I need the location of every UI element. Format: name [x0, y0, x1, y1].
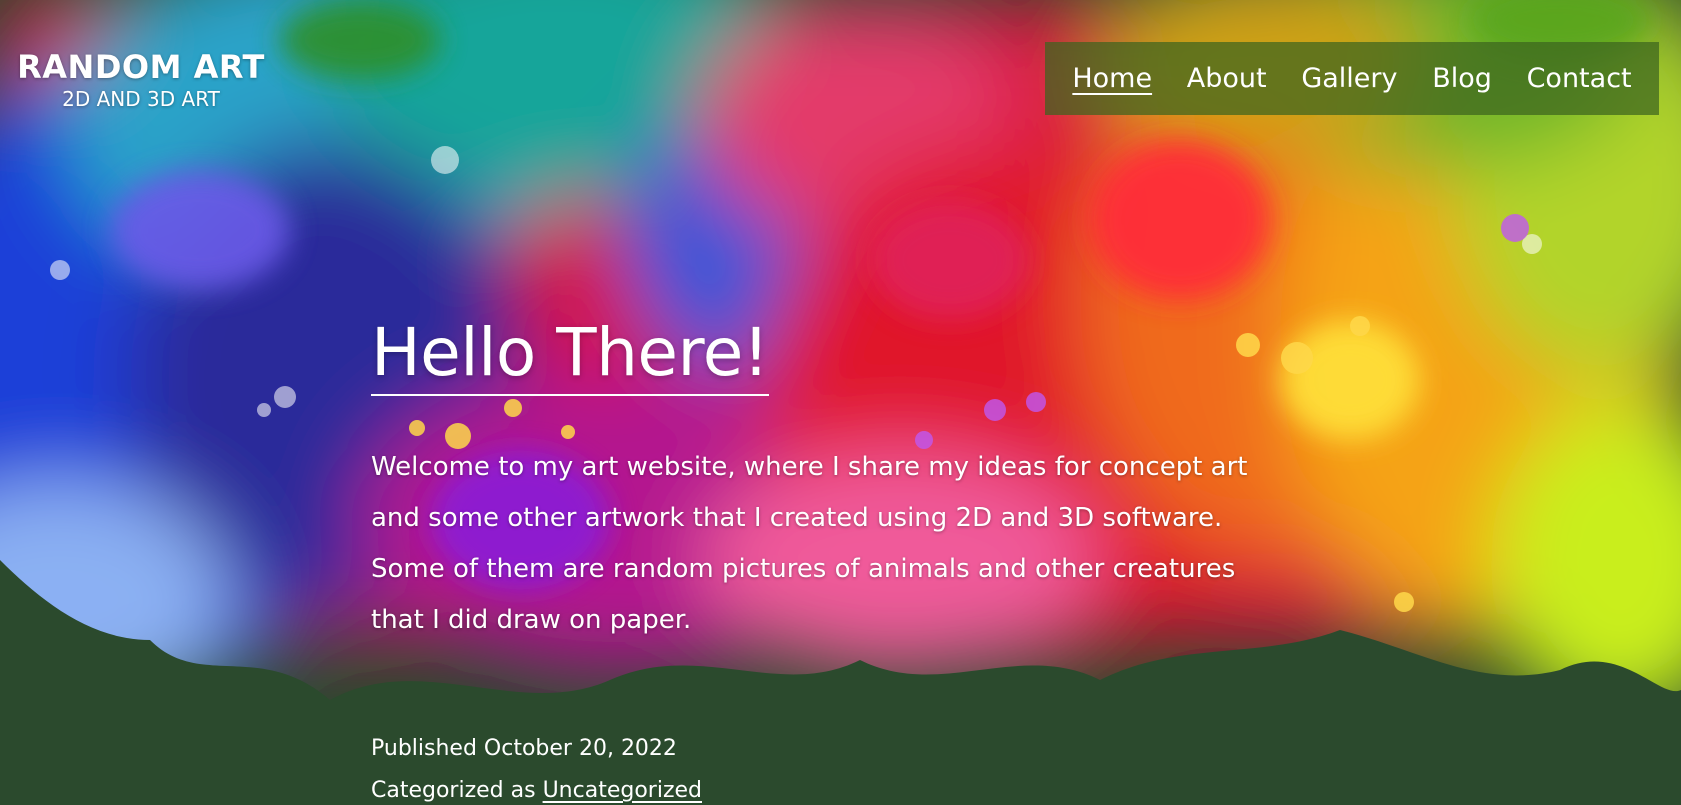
post-title: Hello There! [371, 312, 769, 396]
site-branding: RANDOM ART 2D AND 3D ART [0, 48, 282, 112]
published-date: October 20, 2022 [483, 736, 677, 761]
nav-item-about[interactable]: About [1187, 63, 1267, 94]
category-link-uncategorized[interactable]: Uncategorized [543, 778, 702, 803]
site-title-link[interactable]: RANDOM ART [0, 48, 282, 86]
categorized-label: Categorized as [371, 778, 536, 803]
post-article: Hello There! Welcome to my art website, … [371, 312, 1271, 646]
nav-item-contact[interactable]: Contact [1527, 63, 1632, 94]
site-description: 2D AND 3D ART [62, 87, 220, 111]
published-label: Published [371, 736, 477, 761]
page: RANDOM ART 2D AND 3D ART Home About Gall… [0, 0, 1681, 805]
nav-item-blog[interactable]: Blog [1432, 63, 1492, 94]
published-line: Published October 20, 2022 [371, 728, 702, 770]
nav-item-gallery[interactable]: Gallery [1301, 63, 1397, 94]
categorized-line: Categorized as Uncategorized [371, 770, 702, 805]
nav-item-home[interactable]: Home [1072, 63, 1152, 94]
primary-navigation: Home About Gallery Blog Contact [1045, 42, 1659, 115]
post-meta: Published October 20, 2022 Categorized a… [371, 728, 702, 805]
post-body: Welcome to my art website, where I share… [371, 452, 1248, 635]
